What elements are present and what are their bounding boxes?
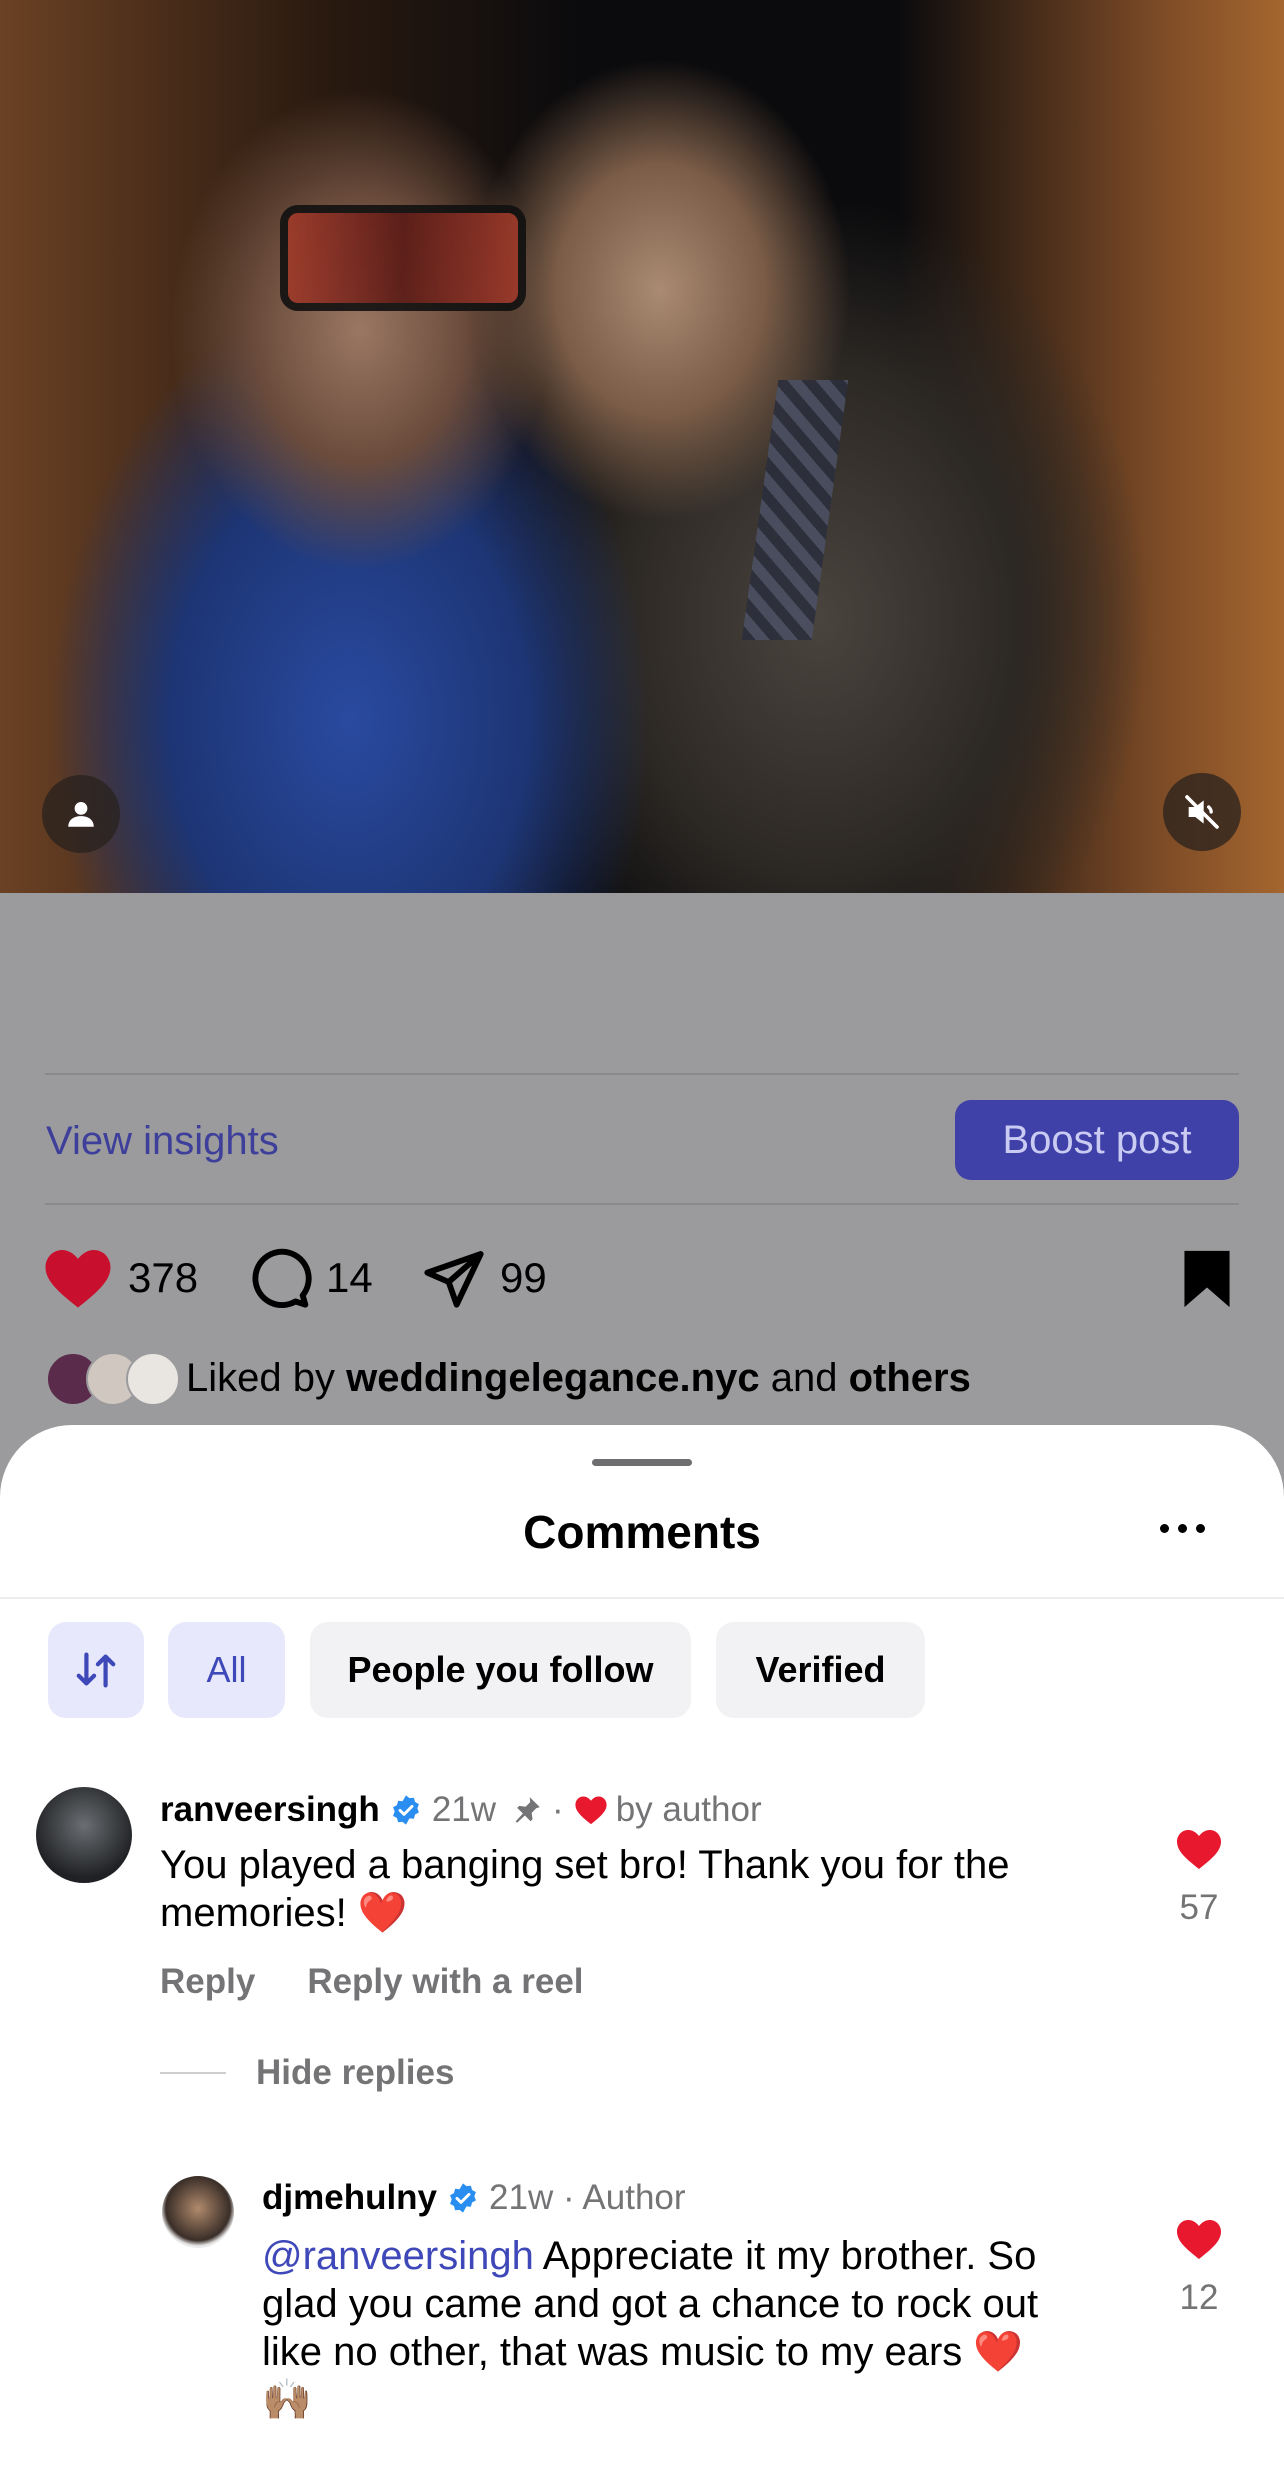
reply-text-line: @ranveersingh Appreciate it my brother. …: [262, 2232, 1038, 2280]
reply-like[interactable]: 12: [1164, 2218, 1234, 2318]
comment-actions: Reply Reply with a reel: [160, 1962, 584, 2002]
photo-detail: [280, 205, 526, 311]
share-stat[interactable]: 99: [422, 1248, 547, 1308]
reply-like-count: 12: [1179, 2278, 1219, 2317]
filter-verified[interactable]: Verified: [716, 1622, 925, 1718]
sort-button[interactable]: [48, 1622, 144, 1718]
liked-by-row[interactable]: Liked by weddingelegance.nyc and others: [46, 1350, 971, 1406]
comment-separator: ·: [552, 1790, 564, 1829]
sort-arrows-icon: [76, 1652, 116, 1688]
divider: [0, 1597, 1284, 1599]
sheet-grabber[interactable]: [592, 1459, 692, 1466]
comment-stat[interactable]: 14: [248, 1248, 373, 1308]
comment-username[interactable]: ranveersingh: [160, 1790, 380, 1830]
reply-text-line: glad you came and got a chance to rock o…: [262, 2282, 1039, 2326]
save-button[interactable]: [1178, 1248, 1236, 1315]
divider: [45, 1073, 1239, 1075]
heart-icon: [1177, 2220, 1221, 2259]
mention-link[interactable]: @ranveersingh: [262, 2234, 534, 2278]
hide-replies-button[interactable]: Hide replies: [160, 2053, 454, 2093]
reply-button[interactable]: Reply: [160, 1962, 255, 2002]
comment-text-line: You played a banging set bro! Thank you …: [160, 1843, 1010, 1887]
more-options-button[interactable]: [1160, 1513, 1216, 1543]
bookmark-icon: [1184, 1250, 1230, 1308]
reply-text-line: 🙌🏽: [262, 2378, 312, 2422]
verified-badge-icon: [450, 2183, 476, 2213]
share-count: 99: [500, 1254, 547, 1301]
comment-time: 21w: [431, 1790, 497, 1829]
view-insights-link[interactable]: View insights: [46, 1119, 279, 1164]
like-stat[interactable]: 378: [42, 1248, 198, 1308]
tagged-users-button[interactable]: [42, 775, 120, 853]
liked-by-and: and: [770, 1355, 838, 1400]
liked-by-prefix: Liked by: [186, 1355, 335, 1400]
photo-detail: [741, 380, 849, 640]
divider: [45, 1203, 1239, 1205]
comment-header: ranveersingh 21w · by author: [160, 1787, 762, 1833]
filter-all[interactable]: All: [168, 1622, 285, 1718]
liker-avatars: [46, 1350, 186, 1406]
pin-icon: [515, 1797, 540, 1823]
comment-bubble-icon: [252, 1248, 312, 1308]
comment-text-line: memories! ❤️: [160, 1891, 408, 1935]
post-media[interactable]: [0, 0, 1284, 893]
reply-username[interactable]: djmehulny: [262, 2178, 437, 2218]
speaker-muted-icon: [1185, 795, 1219, 829]
sheet-title: Comments: [523, 1506, 761, 1558]
heart-icon: [1177, 1830, 1221, 1869]
comment-text: You played a banging set bro! Thank you …: [160, 1841, 1010, 1937]
heart-icon: [45, 1249, 111, 1308]
hide-replies-label: Hide replies: [256, 2053, 455, 2092]
like-count: 378: [128, 1254, 199, 1301]
liked-by-others[interactable]: others: [849, 1356, 971, 1401]
boost-post-button[interactable]: Boost post: [955, 1100, 1239, 1180]
reply-with-reel-button[interactable]: Reply with a reel: [307, 1962, 583, 2002]
reply-time: 21w · Author: [489, 2178, 686, 2217]
comment-like-count: 57: [1179, 1888, 1219, 1927]
reply-text-line: like no other, that was music to my ears…: [262, 2330, 1024, 2374]
verified-badge-icon: [392, 1795, 419, 1825]
person-icon: [68, 801, 94, 827]
avatar[interactable]: [36, 1787, 132, 1883]
filter-people-you-follow[interactable]: People you follow: [310, 1622, 691, 1718]
comment-like[interactable]: 57: [1164, 1828, 1234, 1928]
reply-text-fragment: Appreciate it my brother. So: [533, 2234, 1037, 2278]
heart-icon: [575, 1796, 607, 1825]
reply-text: @ranveersingh Appreciate it my brother. …: [262, 2232, 1038, 2424]
mute-button[interactable]: [1163, 773, 1241, 851]
avatar: [126, 1352, 180, 1406]
liked-by-username[interactable]: weddingelegance.nyc: [346, 1356, 759, 1401]
liked-by-author-tag: by author: [615, 1790, 762, 1829]
comment-count: 14: [326, 1254, 373, 1301]
send-icon: [424, 1251, 484, 1308]
reply-header: djmehulny 21w · Author: [262, 2175, 686, 2221]
avatar[interactable]: [162, 2176, 234, 2248]
divider: [160, 2072, 226, 2074]
